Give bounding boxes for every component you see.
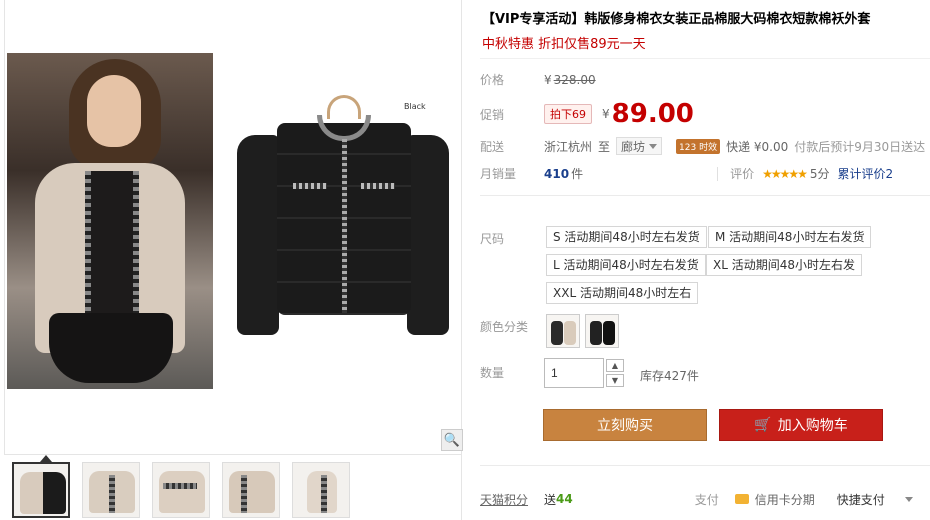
quantity-input[interactable] <box>544 358 604 388</box>
thumbnail-5[interactable] <box>292 462 350 518</box>
divider <box>480 465 930 466</box>
quick-pay-option[interactable]: 快捷支付 <box>837 491 885 508</box>
review-link[interactable]: 累计评价2 <box>838 165 894 182</box>
ship-from: 浙江杭州 <box>544 139 593 154</box>
shipping-label: 配送 <box>480 139 505 154</box>
installment-option[interactable]: 信用卡分期 <box>755 491 815 508</box>
product-gallery: Black 🔍 <box>4 0 463 520</box>
shipping-eta: 付款后预计9月30日送达 <box>794 139 926 154</box>
thumbnail-3[interactable] <box>152 462 210 518</box>
currency-symbol: ¥ <box>602 107 610 121</box>
model-photo <box>7 53 213 389</box>
promo-label: 促销 <box>480 107 505 122</box>
currency-symbol: ¥ <box>544 72 552 87</box>
rating-stars-icon: ★★★★★ <box>762 166 808 181</box>
color-swatch-black[interactable] <box>585 314 619 348</box>
buy-now-label: 立刻购买 <box>597 418 653 434</box>
destination-select[interactable]: 廊坊 <box>616 137 663 155</box>
shipping-method: 快递 ¥0.00 <box>726 139 789 154</box>
thumb-selected-arrow <box>40 455 52 462</box>
color-caption: Black <box>404 102 426 111</box>
add-to-cart-label: 加入购物车 <box>777 418 848 434</box>
review-label: 评价 <box>730 167 755 181</box>
timing-badge: 123 时效 <box>676 138 721 154</box>
quantity-label: 数量 <box>480 366 505 380</box>
thumbnail-1[interactable] <box>12 462 70 518</box>
points-prefix: 送 <box>544 492 557 507</box>
size-option-l[interactable]: L 活动期间48小时左右发货 <box>546 254 706 276</box>
chevron-down-icon[interactable] <box>904 496 913 502</box>
payment-label: 支付 <box>694 492 719 507</box>
product-title: 【VIP专享活动】韩版修身棉衣女装正品棉服大码棉衣短款棉袄外套 <box>482 12 871 27</box>
size-option-s[interactable]: S 活动期间48小时左右发货 <box>546 226 707 248</box>
monthly-sales-label: 月销量 <box>480 167 517 181</box>
points-value: 44 <box>556 492 573 506</box>
thumbnail-4[interactable] <box>222 462 280 518</box>
chevron-down-icon <box>649 143 658 149</box>
main-product-image[interactable]: Black <box>4 0 462 455</box>
monthly-sales-count: 410 <box>544 166 570 181</box>
quantity-down-button[interactable]: ▼ <box>606 374 624 387</box>
add-to-cart-button[interactable]: 🛒 加入购物车 <box>719 409 883 441</box>
sales-unit: 件 <box>571 167 584 181</box>
divider <box>717 166 719 181</box>
thumbnail-strip <box>10 462 360 520</box>
promo-tag: 拍下69 <box>544 104 592 124</box>
cart-icon: 🛒 <box>754 417 772 433</box>
price-panel: 价格 ¥ 328.00 促销 拍下69 ¥ 89.00 配送 浙江杭州 至 廊坊… <box>480 58 930 191</box>
size-option-xl[interactable]: XL 活动期间48小时左右发 <box>706 254 862 276</box>
divider <box>480 195 930 196</box>
color-swatch-beige[interactable] <box>546 314 580 348</box>
current-price: 89.00 <box>611 99 694 129</box>
product-info: 【VIP专享活动】韩版修身棉衣女装正品棉服大码棉衣短款棉袄外套 中秋特惠 折扣仅… <box>480 0 930 520</box>
size-label: 尺码 <box>480 232 505 246</box>
destination-value: 廊坊 <box>621 139 646 154</box>
points-link[interactable]: 天猫积分 <box>480 491 544 508</box>
price-label: 价格 <box>480 73 505 87</box>
color-label: 颜色分类 <box>480 320 529 334</box>
zoom-icon[interactable]: 🔍 <box>441 429 463 451</box>
credit-card-icon <box>734 494 749 504</box>
rating-score: 5分 <box>809 167 830 181</box>
size-option-m[interactable]: M 活动期间48小时左右发货 <box>708 226 872 248</box>
quantity-stepper: ▲ ▼ <box>606 359 624 387</box>
stock-text: 库存427件 <box>640 369 699 383</box>
promo-text: 中秋特惠 折扣仅售89元一天 <box>482 37 646 52</box>
bottom-info: 天猫积分 送 44 支付 信用卡分期 快捷支付 <box>480 488 930 510</box>
size-option-xxl[interactable]: XXL 活动期间48小时左右 <box>546 282 699 304</box>
quantity-up-button[interactable]: ▲ <box>606 359 624 372</box>
jacket-photo <box>237 95 449 345</box>
buy-now-button[interactable]: 立刻购买 <box>543 409 707 441</box>
original-price: 328.00 <box>553 72 596 87</box>
thumbnail-2[interactable] <box>82 462 140 518</box>
ship-to-label: 至 <box>598 139 611 154</box>
